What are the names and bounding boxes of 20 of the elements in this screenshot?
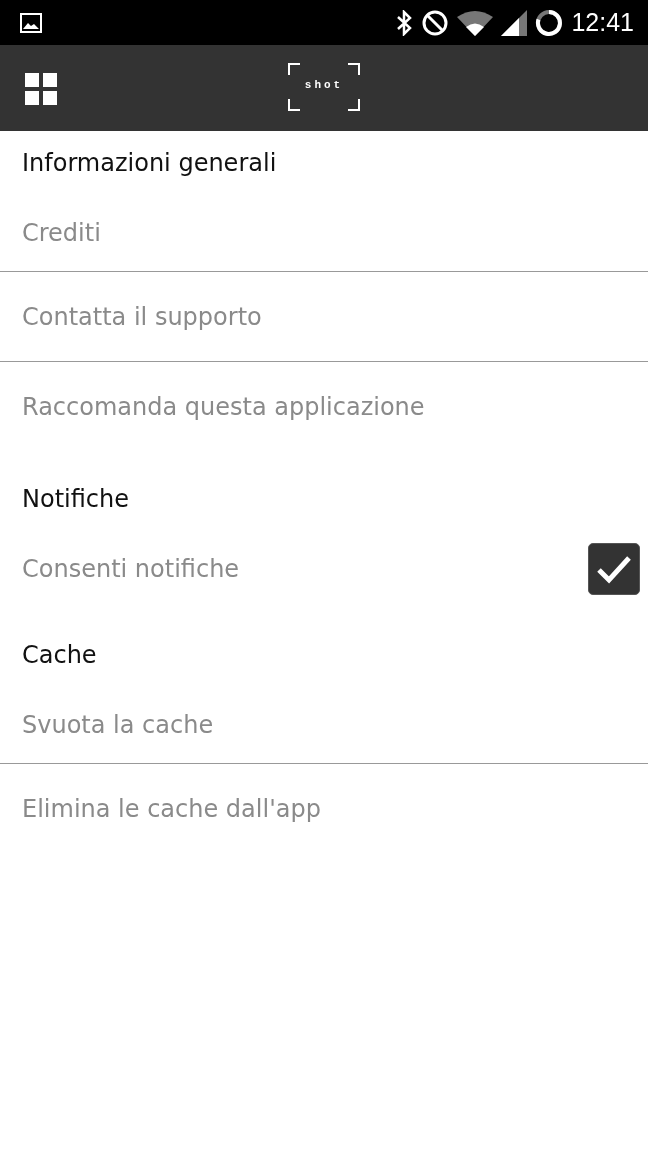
signal-icon [501,9,528,36]
blocked-icon [421,8,450,37]
clock: 12:41 [571,6,634,38]
settings-link[interactable]: Elimina le cache dall'app [22,790,321,827]
checkbox[interactable] [588,543,640,595]
settings-link[interactable]: Crediti [22,215,101,251]
settings-link[interactable]: Raccomanda questa applicazione [22,388,425,425]
section-header: Cache [21,640,98,671]
logo-text: shot [303,78,345,93]
viewfinder-icon [288,63,360,111]
section-header: Notifiche [21,484,130,515]
grid-icon[interactable] [25,73,57,105]
settings-link[interactable]: Contatta il supporto [22,298,262,335]
settings-link[interactable]: Svuota la cache [22,707,214,743]
wifi-icon [457,9,494,36]
section-header: Informazioni generali [21,148,278,179]
bluetooth-icon [395,9,414,36]
battery-icon [535,8,564,37]
image-icon [20,12,42,33]
setting-label: Consenti notifiche [22,554,240,585]
